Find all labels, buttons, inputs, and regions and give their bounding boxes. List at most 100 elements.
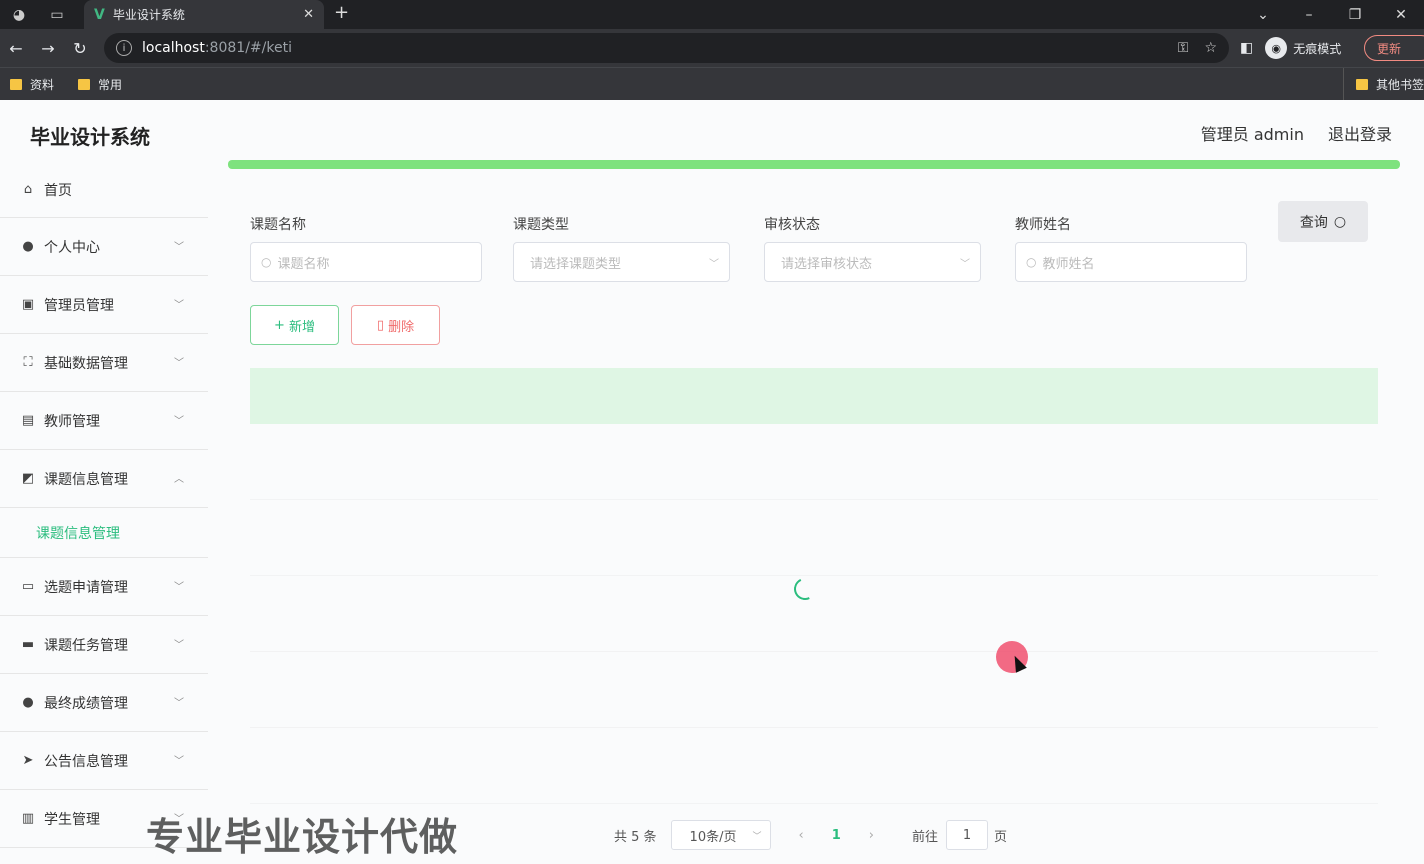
goto-label: 前往 (912, 829, 939, 845)
prev-page-icon[interactable]: ‹ (799, 828, 804, 843)
user-icon: ● (22, 239, 34, 254)
sidebar-item-label: 个人中心 (44, 239, 100, 256)
sidebar-item-admins[interactable]: ▣ 管理员管理 ﹀ (0, 276, 208, 334)
chevron-down-icon: ﹀ (174, 242, 184, 253)
delete-button-label: 删除 (388, 319, 415, 335)
teacher-name-label: 教师姓名 (1015, 217, 1071, 233)
sidebar-item-notices[interactable]: ➤ 公告信息管理 ﹀ (0, 732, 208, 790)
sidebar-item-tasks[interactable]: ▬ 课题任务管理 ﹀ (0, 616, 208, 674)
review-status-select[interactable]: 请选择审核状态 ﹀ (764, 242, 981, 282)
teacher-name-placeholder: 教师姓名 (1042, 256, 1095, 272)
minimize-icon[interactable]: – (1286, 7, 1332, 23)
goto-page-input[interactable]: 1 (946, 820, 989, 850)
bookmark-star-icon[interactable]: ☆ (1204, 40, 1217, 56)
update-button[interactable]: 更新 (1364, 35, 1424, 61)
chevron-up-icon: ︿ (174, 474, 184, 485)
chevron-down-icon: ﹀ (174, 756, 184, 767)
key-icon[interactable]: ⚿ (1178, 40, 1189, 56)
chevron-down-icon: ﹀ (174, 358, 184, 369)
sidebar-item-grades[interactable]: ● 最终成绩管理 ﹀ (0, 674, 208, 732)
pagination-total: 共 5 条 (614, 829, 657, 845)
table-row (250, 728, 1378, 804)
topic-type-placeholder: 请选择课题类型 (530, 256, 622, 272)
topic-type-select[interactable]: 请选择课题类型 ﹀ (513, 242, 730, 282)
sidebar-item-label: 管理员管理 (44, 297, 114, 314)
bookmark-folder-2[interactable]: 常用 (78, 76, 122, 93)
watermark-overlay: 专业毕业设计代做 (146, 815, 459, 859)
chevron-down-icon: ﹀ (174, 640, 184, 651)
sidebar-item-label: 课题信息管理 (44, 471, 128, 488)
table-row (250, 652, 1378, 728)
side-panel-icon[interactable]: ◧ (1240, 40, 1253, 56)
id-card-icon: ▤ (21, 413, 35, 428)
teacher-name-input[interactable]: ○ 教师姓名 (1015, 242, 1247, 282)
query-button-label: 查询 (1299, 214, 1328, 231)
add-button[interactable]: + 新增 (250, 305, 339, 345)
current-user: 管理员 admin (1200, 125, 1304, 144)
omnibox-actions: ⚿ ☆ (1178, 40, 1217, 56)
window-close-icon[interactable]: ✕ (1378, 7, 1424, 23)
review-status-placeholder: 请选择审核状态 (781, 256, 873, 272)
browser-globe-icon[interactable]: ◕ (0, 0, 38, 29)
page-size-value: 10条/页 (689, 829, 737, 845)
topic-name-label: 课题名称 (250, 217, 306, 233)
new-tab-icon[interactable]: + (334, 2, 349, 23)
bars-icon: ▥ (21, 811, 35, 826)
tab-search-icon[interactable]: ▭ (38, 0, 76, 29)
chart-icon: ◩ (21, 471, 35, 486)
logout-link[interactable]: 退出登录 (1328, 121, 1392, 145)
sidebar-item-profile[interactable]: ● 个人中心 ﹀ (0, 218, 208, 276)
sidebar-item-label: 教师管理 (44, 413, 100, 430)
incognito-indicator[interactable]: ◧ ◉ 无痕模式 (1240, 37, 1341, 59)
reload-icon[interactable]: ↻ (64, 39, 96, 58)
chevron-down-icon: ﹀ (174, 416, 184, 427)
topic-name-input[interactable]: ○ 课题名称 (250, 242, 482, 282)
restore-icon[interactable]: ❐ (1332, 7, 1378, 23)
tab-list-icon[interactable]: ⌄ (1240, 7, 1286, 23)
chevron-down-icon: ﹀ (174, 698, 184, 709)
bookmark-label: 常用 (98, 77, 123, 92)
address-bar[interactable]: i localhost:8081/#/keti ⚿ ☆ (104, 33, 1229, 63)
browser-tab-active[interactable]: V 毕业设计系统 ✕ (84, 0, 324, 29)
submenu-topic-info[interactable]: 课题信息管理 (0, 508, 208, 558)
other-bookmarks[interactable]: 其他书签 (1342, 68, 1424, 101)
vue-logo-icon: V (94, 6, 105, 23)
other-bookmarks-label: 其他书签 (1375, 78, 1424, 92)
sidebar-item-label: 课题任务管理 (44, 637, 128, 654)
page-number-current[interactable]: 1 (832, 828, 841, 843)
back-icon[interactable]: ← (0, 39, 32, 58)
sidebar-item-topics[interactable]: ◩ 课题信息管理 ︿ (0, 450, 208, 508)
sidebar-item-home[interactable]: ⌂ 首页 (0, 162, 208, 218)
bookmark-folder-1[interactable]: 资料 (10, 76, 54, 93)
app-page: 毕业设计系统 管理员 admin 退出登录 ⌂ 首页 ● 个人中心 ﹀ ▣ 管理… (0, 100, 1424, 864)
sidebar-item-basic-data[interactable]: ⛶ 基础数据管理 ﹀ (0, 334, 208, 392)
page-size-select[interactable]: 10条/页 ﹀ (670, 820, 771, 850)
window-controls: ⌄ – ❐ ✕ (1240, 0, 1424, 29)
search-icon: ○ (1333, 213, 1347, 230)
delete-button[interactable]: ▯ 删除 (351, 305, 440, 345)
topic-name-placeholder: 课题名称 (277, 256, 330, 272)
topic-type-label: 课题类型 (513, 217, 569, 233)
tab-close-icon[interactable]: ✕ (303, 7, 314, 22)
goto-suffix: 页 (994, 829, 1008, 845)
forward-icon[interactable]: → (32, 39, 64, 58)
chevron-down-icon: ﹀ (174, 300, 184, 311)
site-info-icon[interactable]: i (116, 40, 132, 56)
main-content: 课题名称 ○ 课题名称 课题类型 请选择课题类型 ﹀ 审核状态 请选择审核状态 … (228, 160, 1400, 864)
clipboard-icon: ▣ (21, 297, 35, 312)
query-button[interactable]: 查询 ○ (1278, 201, 1368, 242)
send-icon: ➤ (22, 753, 34, 768)
sidebar-item-applications[interactable]: ▭ 选题申请管理 ﹀ (0, 558, 208, 616)
table-body-loading (250, 424, 1378, 804)
sidebar-item-teachers[interactable]: ▤ 教师管理 ﹀ (0, 392, 208, 450)
sidebar-item-label: 最终成绩管理 (44, 695, 128, 712)
next-page-icon[interactable]: › (869, 828, 874, 843)
table-header (250, 368, 1378, 424)
table-row (250, 424, 1378, 500)
search-icon: ○ (261, 255, 272, 269)
sidebar-menu: ⌂ 首页 ● 个人中心 ﹀ ▣ 管理员管理 ﹀ ⛶ 基础数据管理 ﹀ ▤ 教师管… (0, 162, 208, 864)
sidebar-item-label: 首页 (44, 182, 72, 199)
plus-icon: + (274, 317, 285, 333)
monitor-icon: ▬ (21, 637, 35, 652)
review-status-label: 审核状态 (764, 217, 820, 233)
